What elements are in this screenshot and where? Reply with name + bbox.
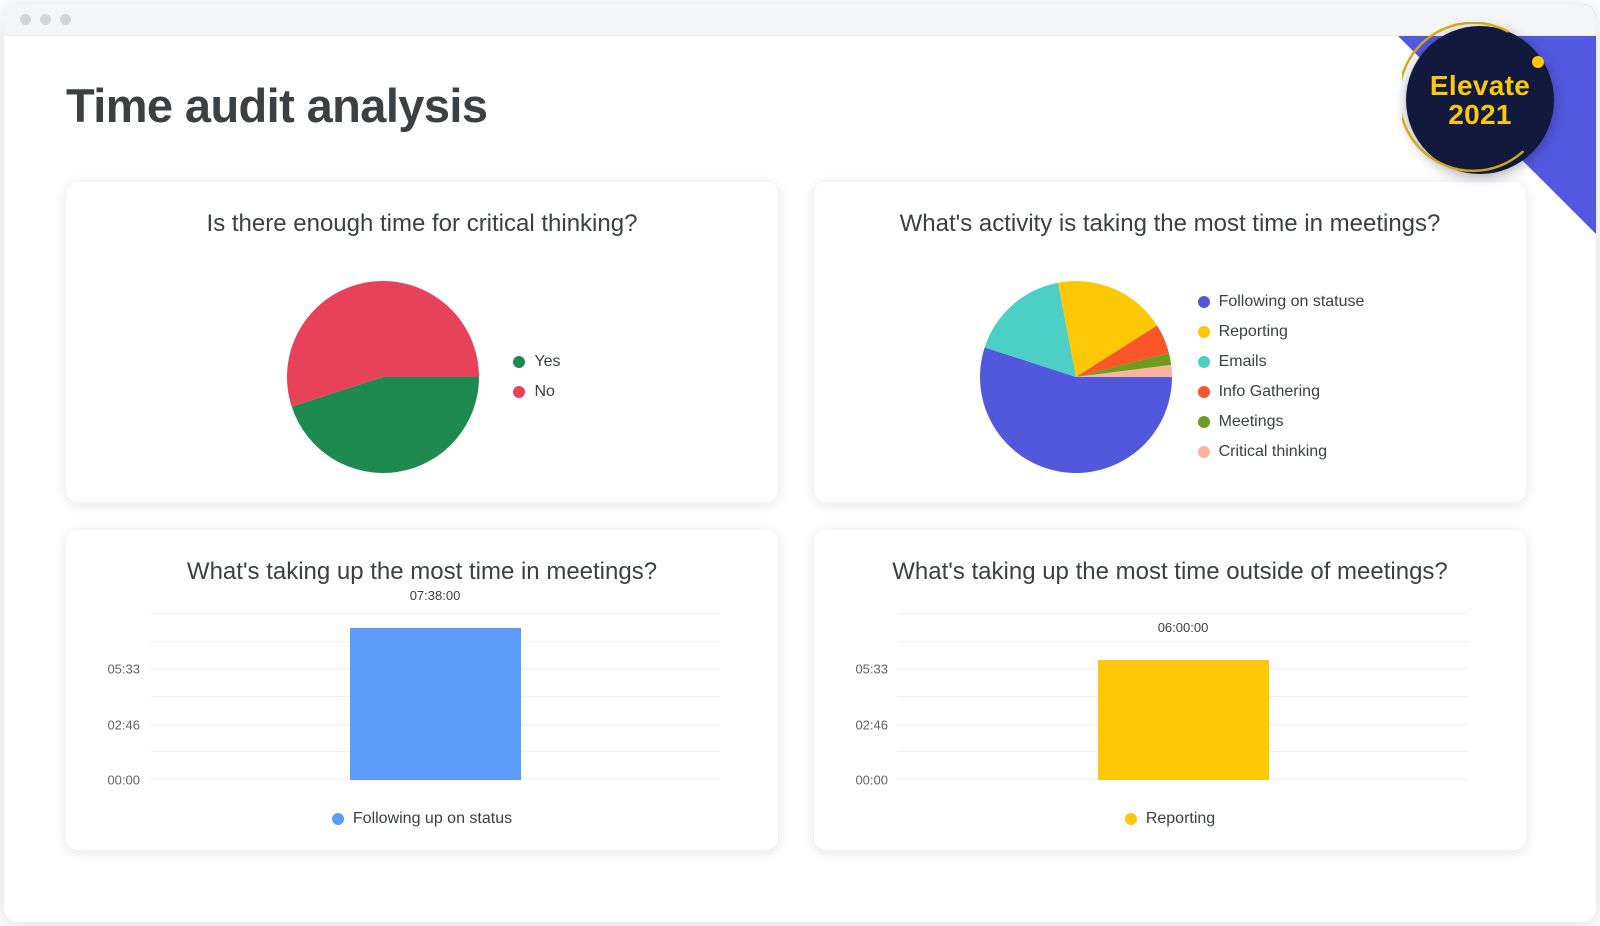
legend-item[interactable]: Yes [513, 353, 561, 371]
legend-swatch-icon [1197, 356, 1210, 368]
pie-chart-critical-thinking: Yes No [66, 252, 778, 502]
legend-label: Critical thinking [1218, 443, 1328, 460]
legend-swatch-icon [1197, 416, 1210, 428]
badge-line-elevate: Elevate [1429, 69, 1531, 101]
pie-legend-meeting-activity: Following on statuse Reporting Emails Info … [1197, 293, 1365, 461]
legend-swatch-icon [1124, 813, 1137, 825]
legend-label: Reporting [1145, 810, 1216, 827]
card-title: What's taking up the most time in meetin… [186, 558, 658, 585]
legend-item[interactable]: Critical thinking [1197, 443, 1365, 461]
card-bar-outside-meetings: What's taking up the most time outside o… [814, 530, 1526, 850]
minimize-dot-icon[interactable] [40, 14, 51, 25]
y-axis-tick-label: 00:00 [855, 772, 888, 788]
legend-item[interactable]: Reporting [1197, 323, 1365, 341]
legend-item[interactable]: No [513, 383, 560, 401]
legend-item[interactable]: Following on statuse [1197, 293, 1365, 311]
bar-plot-area: 00:00 02:46 05:33 06:00:00 [855, 613, 1468, 788]
y-axis-tick-label: 00:00 [107, 772, 140, 788]
badge-line-year: 2021 [1448, 99, 1512, 130]
legend-label: Meetings [1218, 413, 1284, 430]
card-pie-meeting-activity: What's activity is taking the most time … [814, 182, 1526, 502]
y-axis-tick-label: 05:33 [855, 661, 888, 677]
card-grid: Is there enough time for critical thinki… [66, 182, 1526, 850]
bar-value-label: 07:38:00 [409, 587, 461, 603]
maximize-dot-icon[interactable] [60, 14, 71, 25]
legend-label: No [534, 383, 555, 400]
legend-swatch-icon [513, 356, 526, 368]
y-axis-tick-label: 05:33 [107, 661, 140, 677]
bar-chart-in-meetings: 00:00 02:46 05:33 07:38:00 Following up on… [66, 588, 778, 850]
card-body: 00:00 02:46 05:33 07:38:00 Following up on… [66, 588, 778, 850]
badge-text: Elevate 2021 [1406, 26, 1554, 174]
legend-swatch-icon [1197, 296, 1210, 308]
card-body: Following on statuse Reporting Emails Info … [814, 252, 1526, 502]
legend-label: Following up on status [352, 810, 513, 827]
pie-legend-critical-thinking: Yes No [513, 353, 561, 401]
bar-legend-outside-meetings: Reporting [814, 810, 1526, 828]
card-body: 00:00 02:46 05:33 06:00:00 Reporting [814, 600, 1526, 850]
pie-chart-meeting-activity: Following on statuse Reporting Emails Info … [814, 252, 1526, 502]
legend-label: Reporting [1218, 323, 1288, 340]
elevate-badge: Elevate 2021 [1402, 22, 1554, 174]
y-axis-tick-label: 02:46 [107, 717, 140, 733]
close-dot-icon[interactable] [20, 14, 31, 25]
bar-value-label: 06:00:00 [1157, 620, 1209, 636]
window-titlebar [4, 4, 1596, 36]
legend-swatch-icon [331, 813, 344, 825]
legend-swatch-icon [1197, 386, 1210, 398]
legend-label: Following on statuse [1218, 293, 1365, 310]
card-bar-in-meetings: What's taking up the most time in meetin… [66, 530, 778, 850]
gridline [898, 613, 1468, 614]
legend-item[interactable]: Meetings [1197, 413, 1365, 431]
slide-page: Time audit analysis Is there enough time… [4, 36, 1596, 922]
page-title: Time audit analysis [66, 79, 488, 132]
bar[interactable] [1097, 660, 1269, 780]
card-title: What's taking up the most time outside o… [892, 558, 1448, 585]
card-body: Yes No [66, 252, 778, 502]
legend-label: Emails [1218, 353, 1267, 370]
gridline [150, 613, 720, 614]
bar-chart-outside-meetings: 00:00 02:46 05:33 06:00:00 Reporting [814, 600, 1526, 850]
legend-swatch-icon [513, 386, 526, 398]
legend-label: Info Gathering [1218, 383, 1320, 400]
legend-swatch-icon [1197, 446, 1210, 458]
bar-plot-area: 00:00 02:46 05:33 07:38:00 [107, 588, 720, 788]
pie-svg-meeting-activity [979, 280, 1172, 474]
browser-window: Elevate 2021 Time audit analysis Is ther… [4, 4, 1596, 922]
legend-item[interactable]: Info Gathering [1197, 383, 1365, 401]
slide-root: Elevate 2021 Time audit analysis Is ther… [0, 0, 1600, 926]
legend-label: Yes [534, 353, 561, 370]
y-axis-tick-label: 02:46 [855, 717, 888, 733]
legend-swatch-icon [1197, 326, 1210, 338]
bar-legend-in-meetings: Following up on status [66, 810, 778, 828]
pie-svg-critical-thinking [287, 281, 480, 473]
card-title: What's activity is taking the most time … [899, 210, 1441, 237]
legend-item[interactable]: Emails [1197, 353, 1365, 371]
bar[interactable] [349, 627, 521, 780]
gridline [898, 640, 1468, 642]
card-title: Is there enough time for critical thinki… [206, 210, 638, 237]
card-pie-critical-thinking: Is there enough time for critical thinki… [66, 182, 778, 502]
